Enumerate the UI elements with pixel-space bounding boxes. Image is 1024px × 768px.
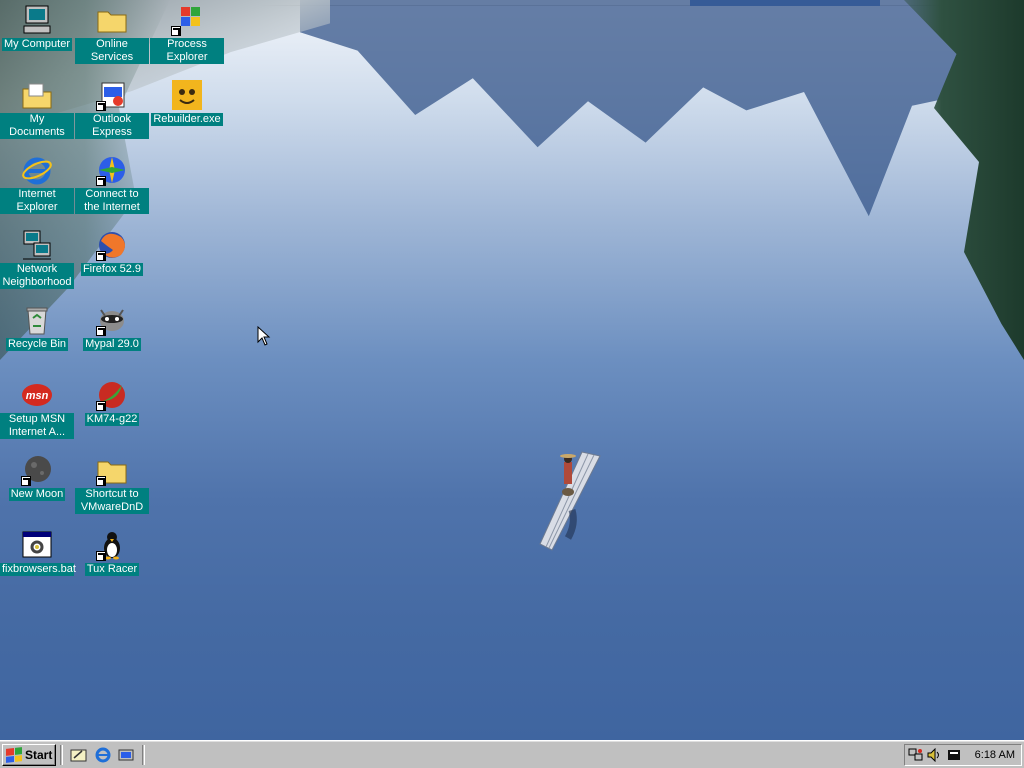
folder-icon bbox=[96, 4, 128, 36]
documents-folder-icon bbox=[21, 79, 53, 111]
wallpaper-bamboo-raft bbox=[539, 451, 601, 551]
icon-label: My Computer bbox=[1, 38, 73, 51]
volume-icon[interactable] bbox=[926, 748, 942, 762]
svg-text:msn: msn bbox=[26, 390, 49, 402]
icon-label: Online Services bbox=[75, 38, 149, 64]
desktop-icon-km74[interactable]: KM74-g22 bbox=[75, 379, 149, 426]
start-button[interactable]: Start bbox=[2, 744, 56, 766]
desktop-icon-setup-msn[interactable]: msn Setup MSN Internet A... bbox=[0, 379, 74, 439]
icon-label: fixbrowsers.bat bbox=[0, 563, 76, 576]
icon-label: Setup MSN Internet A... bbox=[0, 413, 74, 439]
windows-logo-icon bbox=[6, 747, 22, 763]
icon-label: Outlook Express bbox=[75, 113, 149, 139]
wallpaper-mountains bbox=[300, 0, 1020, 217]
icon-label: Process Explorer bbox=[150, 38, 224, 64]
desktop-icon-fixbrowsers[interactable]: fixbrowsers.bat bbox=[0, 529, 76, 576]
computer-icon bbox=[21, 4, 53, 36]
desktop-icon-my-documents[interactable]: My Documents bbox=[0, 79, 74, 139]
internet-explorer-icon bbox=[21, 154, 53, 186]
shortcut-arrow-icon bbox=[96, 251, 106, 261]
clock[interactable]: 6:18 AM bbox=[975, 749, 1015, 761]
desktop-icon-recycle-bin[interactable]: Recycle Bin bbox=[0, 304, 74, 351]
icon-label: Tux Racer bbox=[84, 563, 140, 576]
desktop-icon-mypal[interactable]: Mypal 29.0 bbox=[75, 304, 149, 351]
network-tray-icon[interactable] bbox=[908, 748, 924, 762]
desktop-icon-connect-internet[interactable]: Connect to the Internet bbox=[75, 154, 149, 214]
tux-penguin-icon bbox=[96, 529, 128, 561]
channels-icon[interactable] bbox=[117, 747, 135, 763]
desktop-icon-rebuilder[interactable]: Rebuilder.exe bbox=[150, 79, 224, 126]
rebuilder-icon bbox=[171, 79, 203, 111]
shortcut-arrow-icon bbox=[96, 551, 106, 561]
shortcut-arrow-icon bbox=[96, 401, 106, 411]
icon-label: Connect to the Internet bbox=[75, 188, 149, 214]
new-moon-icon bbox=[21, 454, 53, 486]
desktop-icon-internet-explorer[interactable]: Internet Explorer bbox=[0, 154, 74, 214]
taskbar: Start 6:18 AM bbox=[0, 740, 1024, 768]
icon-label: KM74-g22 bbox=[84, 413, 140, 426]
mypal-icon bbox=[96, 304, 128, 336]
firefox-icon bbox=[96, 229, 128, 261]
batch-file-icon bbox=[21, 529, 53, 561]
desktop-icon-new-moon[interactable]: New Moon bbox=[0, 454, 74, 501]
icon-label: Mypal 29.0 bbox=[83, 338, 141, 351]
shortcut-arrow-icon bbox=[21, 476, 31, 486]
shortcut-arrow-icon bbox=[171, 26, 181, 36]
show-desktop-icon[interactable] bbox=[70, 747, 88, 763]
shortcut-arrow-icon bbox=[96, 476, 106, 486]
mouse-cursor-icon bbox=[257, 326, 271, 346]
icon-label: New Moon bbox=[8, 488, 66, 501]
shortcut-arrow-icon bbox=[96, 326, 106, 336]
icon-label: Network Neighborhood bbox=[0, 263, 74, 289]
task-scheduler-icon[interactable] bbox=[946, 748, 962, 762]
icon-label: Rebuilder.exe bbox=[151, 113, 223, 126]
start-label: Start bbox=[25, 748, 53, 762]
network-icon bbox=[21, 229, 53, 261]
system-tray: 6:18 AM bbox=[904, 744, 1022, 766]
km-browser-icon bbox=[96, 379, 128, 411]
process-explorer-icon bbox=[171, 4, 203, 36]
desktop[interactable]: My Computer Online Services Process Expl… bbox=[0, 0, 1024, 740]
desktop-icon-network-neighborhood[interactable]: Network Neighborhood bbox=[0, 229, 74, 289]
desktop-icon-my-computer[interactable]: My Computer bbox=[0, 4, 74, 51]
desktop-icon-tux-racer[interactable]: Tux Racer bbox=[75, 529, 149, 576]
desktop-icon-vmware-dnd[interactable]: Shortcut to VMwareDnD bbox=[75, 454, 149, 514]
icon-label: Firefox 52.9 bbox=[80, 263, 144, 276]
outlook-express-icon bbox=[96, 79, 128, 111]
icon-label: Recycle Bin bbox=[5, 338, 69, 351]
desktop-icon-firefox[interactable]: Firefox 52.9 bbox=[75, 229, 149, 276]
internet-explorer-icon[interactable] bbox=[94, 747, 112, 763]
taskbar-separator bbox=[142, 745, 145, 765]
icon-label: Shortcut to VMwareDnD bbox=[75, 488, 149, 514]
taskbar-separator bbox=[60, 745, 63, 765]
recycle-bin-icon bbox=[21, 304, 53, 336]
desktop-icon-online-services[interactable]: Online Services bbox=[75, 4, 149, 64]
folder-shortcut-icon bbox=[96, 454, 128, 486]
icon-label: My Documents bbox=[0, 113, 74, 139]
icon-label: Internet Explorer bbox=[0, 188, 74, 214]
msn-icon: msn bbox=[21, 379, 53, 411]
connect-internet-icon bbox=[96, 154, 128, 186]
shortcut-arrow-icon bbox=[96, 101, 106, 111]
desktop-icon-outlook-express[interactable]: Outlook Express bbox=[75, 79, 149, 139]
shortcut-arrow-icon bbox=[96, 176, 106, 186]
desktop-icon-process-explorer[interactable]: Process Explorer bbox=[150, 4, 224, 64]
